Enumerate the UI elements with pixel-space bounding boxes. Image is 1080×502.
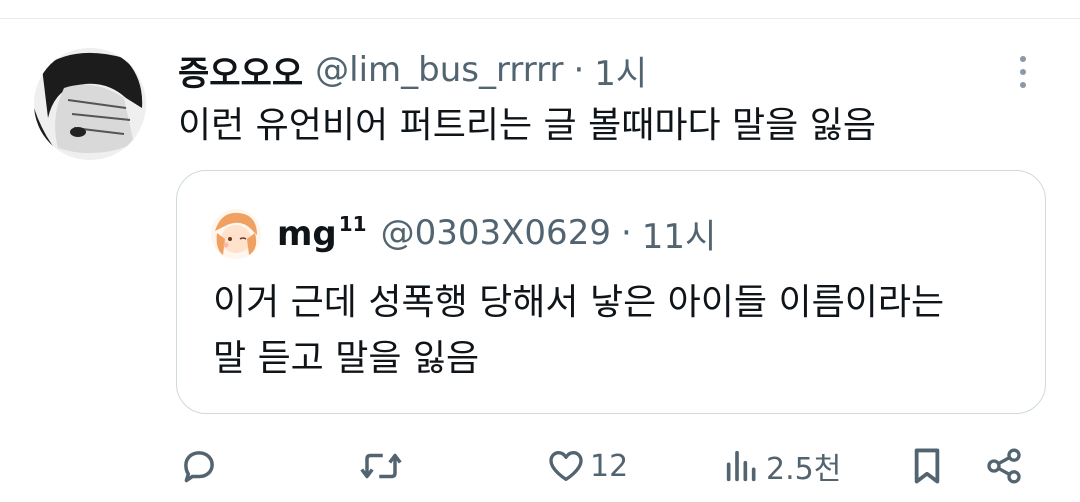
author-display-name[interactable]: 증오오오	[178, 46, 303, 95]
tweet-header: 증오오오 @lim_bus_rrrrr · 1시	[178, 44, 647, 96]
quoted-author-handle[interactable]: @0303X0629	[381, 213, 611, 253]
retweet-icon	[360, 453, 402, 479]
quoted-avatar-image	[211, 209, 261, 259]
share-button[interactable]	[984, 440, 1024, 492]
action-bar: 12 2.5천	[0, 440, 1080, 492]
quoted-timestamp[interactable]: 11시	[642, 209, 717, 258]
author-handle[interactable]: @lim_bus_rrrrr	[315, 50, 563, 90]
quoted-name-text: mg	[277, 214, 337, 254]
quoted-text-line: 이거 근데 성폭행 당해서 낳은 아이들 이름이라는	[213, 282, 945, 323]
share-icon	[987, 448, 1021, 484]
quoted-tweet[interactable]: mg 11 @0303X0629 · 11시 이거 근데 성폭행 당해서 낳은 아…	[176, 170, 1046, 414]
retweet-button[interactable]	[358, 440, 404, 492]
quoted-text-line: 말 듣고 말을 잃음	[213, 338, 480, 379]
more-options-icon[interactable]	[1010, 52, 1036, 92]
top-divider	[0, 18, 1080, 19]
more-dot	[1020, 82, 1026, 88]
bookmark-icon	[914, 448, 940, 484]
bookmark-button[interactable]	[908, 440, 946, 492]
author-avatar[interactable]	[34, 48, 146, 160]
quoted-separator-dot: ·	[620, 213, 632, 253]
separator-dot: ·	[573, 50, 585, 90]
quoted-name-superscript: 11	[338, 212, 367, 236]
reply-button[interactable]	[178, 440, 220, 492]
more-dot	[1020, 56, 1026, 62]
tweet-text: 이런 유언비어 퍼트리는 글 볼때마다 말을 잃음	[178, 105, 876, 146]
quoted-tweet-header: mg 11 @0303X0629 · 11시	[277, 207, 716, 259]
reply-icon	[184, 451, 214, 483]
like-button[interactable]: 12	[546, 440, 628, 492]
views-count: 2.5천	[766, 452, 842, 487]
views-icon	[726, 450, 756, 482]
quoted-tweet-text: 이거 근데 성폭행 당해서 낳은 아이들 이름이라는 말 듣고 말을 잃음	[213, 275, 1013, 387]
tweet-timestamp[interactable]: 1시	[594, 46, 647, 95]
more-dot	[1020, 69, 1026, 75]
views-button[interactable]: 2.5천	[722, 440, 841, 492]
quoted-author-display-name[interactable]: mg 11	[277, 212, 367, 254]
heart-icon	[549, 451, 583, 481]
like-count: 12	[590, 448, 629, 484]
avatar-image	[34, 48, 146, 160]
quoted-author-avatar[interactable]	[211, 209, 261, 259]
